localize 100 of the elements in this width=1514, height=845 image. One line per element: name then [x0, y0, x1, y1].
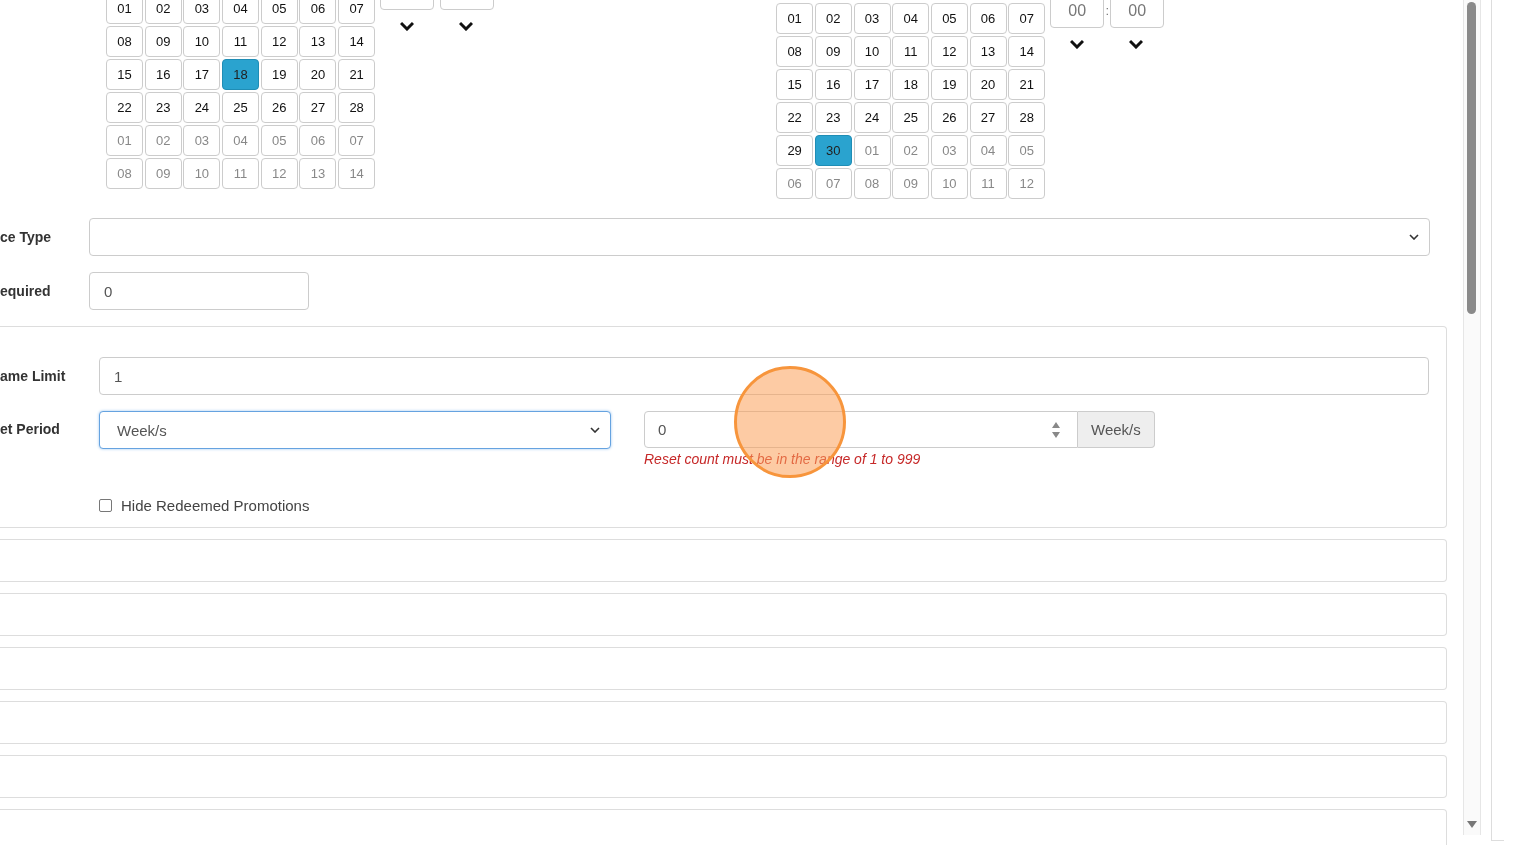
- scroll-down-icon[interactable]: [1467, 821, 1477, 829]
- day-button[interactable]: 28: [338, 92, 376, 123]
- day-button[interactable]: 11: [969, 168, 1007, 199]
- day-button[interactable]: 01: [106, 125, 143, 156]
- day-button[interactable]: 24: [183, 92, 221, 123]
- chevron-down-icon[interactable]: [459, 21, 474, 31]
- day-button[interactable]: 19: [260, 59, 298, 90]
- day-button[interactable]: 21: [1008, 69, 1046, 100]
- day-button[interactable]: 13: [299, 26, 337, 57]
- day-button[interactable]: 11: [222, 26, 260, 57]
- day-button[interactable]: 27: [969, 102, 1007, 133]
- day-button[interactable]: 12: [260, 158, 298, 189]
- day-button[interactable]: 05: [930, 3, 968, 34]
- day-button[interactable]: 02: [892, 135, 930, 166]
- day-button[interactable]: 09: [144, 26, 182, 57]
- day-button[interactable]: 22: [106, 92, 143, 123]
- day-button[interactable]: 07: [338, 0, 376, 24]
- day-button[interactable]: 18: [222, 59, 260, 90]
- day-button[interactable]: 20: [969, 69, 1007, 100]
- text-field[interactable]: 1: [99, 357, 1429, 395]
- day-button[interactable]: 14: [338, 158, 376, 189]
- day-button[interactable]: 27: [299, 92, 337, 123]
- day-button[interactable]: 02: [814, 3, 852, 34]
- day-button[interactable]: 13: [969, 36, 1007, 67]
- day-button[interactable]: 14: [1008, 36, 1046, 67]
- day-button[interactable]: 18: [892, 69, 930, 100]
- day-button[interactable]: 07: [814, 168, 852, 199]
- day-button[interactable]: 25: [892, 102, 930, 133]
- day-button[interactable]: 03: [853, 3, 891, 34]
- day-button[interactable]: 12: [1008, 168, 1046, 199]
- spinner-icon[interactable]: [1051, 420, 1061, 439]
- day-button[interactable]: 10: [183, 26, 221, 57]
- day-button[interactable]: 04: [892, 3, 930, 34]
- day-button[interactable]: 02: [144, 0, 182, 24]
- day-button[interactable]: 06: [299, 0, 337, 24]
- day-button[interactable]: 25: [222, 92, 260, 123]
- day-button[interactable]: 04: [222, 125, 260, 156]
- day-button[interactable]: 10: [930, 168, 968, 199]
- day-button[interactable]: 03: [930, 135, 968, 166]
- day-button[interactable]: 01: [776, 3, 814, 34]
- day-button[interactable]: 07: [1008, 3, 1046, 34]
- day-button[interactable]: 08: [853, 168, 891, 199]
- day-button[interactable]: 28: [1008, 102, 1046, 133]
- day-button[interactable]: 09: [144, 158, 182, 189]
- checkbox[interactable]: [99, 499, 112, 512]
- minute-field[interactable]: 00: [1110, 0, 1165, 28]
- day-button[interactable]: 09: [892, 168, 930, 199]
- day-button[interactable]: 15: [106, 59, 143, 90]
- day-button[interactable]: 12: [260, 26, 298, 57]
- select-field[interactable]: [89, 218, 1430, 256]
- day-button[interactable]: 19: [930, 69, 968, 100]
- day-button[interactable]: 08: [106, 158, 143, 189]
- day-button[interactable]: 03: [183, 125, 221, 156]
- day-button[interactable]: 16: [144, 59, 182, 90]
- day-button[interactable]: 06: [299, 125, 337, 156]
- day-button[interactable]: 08: [776, 36, 814, 67]
- day-button[interactable]: 06: [969, 3, 1007, 34]
- text-field[interactable]: 0: [89, 272, 309, 310]
- day-button[interactable]: 03: [183, 0, 221, 24]
- day-button[interactable]: 11: [222, 158, 260, 189]
- day-button[interactable]: 17: [183, 59, 221, 90]
- chevron-down-icon[interactable]: [1070, 39, 1085, 49]
- chevron-down-icon[interactable]: [1129, 39, 1144, 49]
- scrollbar-thumb[interactable]: [1467, 2, 1476, 314]
- day-button[interactable]: 12: [930, 36, 968, 67]
- day-button[interactable]: 14: [338, 26, 376, 57]
- day-button[interactable]: 01: [853, 135, 891, 166]
- day-button[interactable]: 05: [260, 125, 298, 156]
- day-button[interactable]: 20: [299, 59, 337, 90]
- day-button[interactable]: 15: [776, 69, 814, 100]
- day-button[interactable]: 10: [853, 36, 891, 67]
- day-button[interactable]: 07: [338, 125, 376, 156]
- day-button[interactable]: 06: [776, 168, 814, 199]
- day-button[interactable]: 04: [222, 0, 260, 24]
- day-button[interactable]: 23: [144, 92, 182, 123]
- day-button[interactable]: 04: [969, 135, 1007, 166]
- day-button[interactable]: 08: [106, 26, 143, 57]
- select-field[interactable]: Week/s: [99, 411, 611, 449]
- day-button[interactable]: 26: [260, 92, 298, 123]
- day-button[interactable]: 05: [260, 0, 298, 24]
- scrollbar[interactable]: [1463, 0, 1481, 835]
- day-button[interactable]: 17: [853, 69, 891, 100]
- chevron-down-icon[interactable]: [400, 21, 415, 31]
- day-button[interactable]: 24: [853, 102, 891, 133]
- hour-field[interactable]: 00: [1050, 0, 1105, 28]
- day-button[interactable]: 16: [814, 69, 852, 100]
- day-button[interactable]: 02: [144, 125, 182, 156]
- day-button[interactable]: 21: [338, 59, 376, 90]
- number-field[interactable]: 0: [644, 411, 1078, 448]
- day-button[interactable]: 09: [814, 36, 852, 67]
- day-button[interactable]: 11: [892, 36, 930, 67]
- day-button[interactable]: 30: [814, 135, 852, 166]
- day-button[interactable]: 26: [930, 102, 968, 133]
- day-button[interactable]: 10: [183, 158, 221, 189]
- day-button[interactable]: 29: [776, 135, 814, 166]
- day-button[interactable]: 22: [776, 102, 814, 133]
- day-button[interactable]: 05: [1008, 135, 1046, 166]
- day-button[interactable]: 13: [299, 158, 337, 189]
- day-button[interactable]: 23: [814, 102, 852, 133]
- day-button[interactable]: 01: [106, 0, 143, 24]
